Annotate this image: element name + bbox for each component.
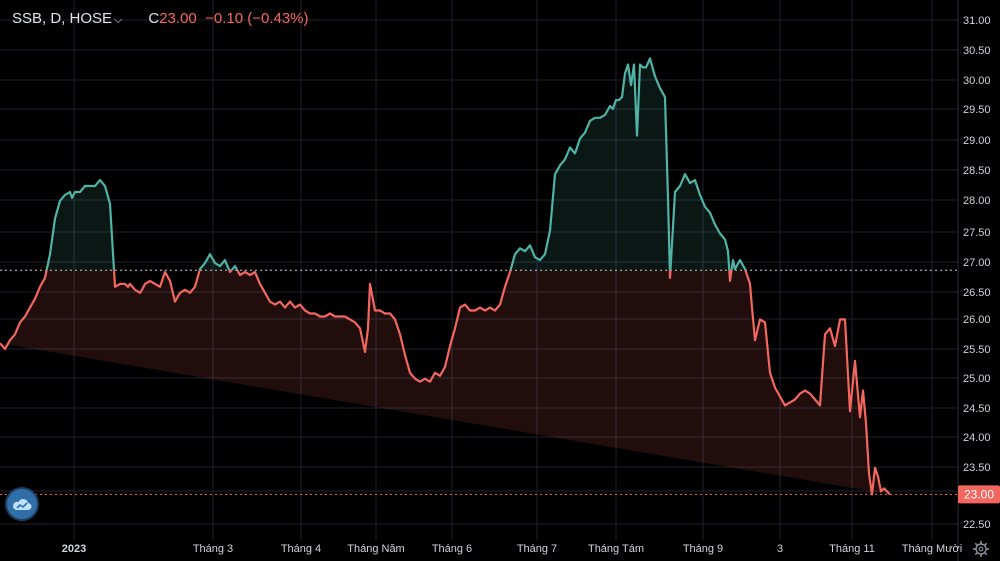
- time-tick-label: Tháng 6: [432, 543, 472, 555]
- close-value: 23.00: [159, 10, 197, 27]
- time-tick-label: Tháng 9: [683, 543, 723, 555]
- tradingview-cloud-icon[interactable]: [7, 489, 37, 519]
- time-axis[interactable]: 2023 Tháng 3 Tháng 4 Tháng Năm Tháng 6 Tháng …: [62, 543, 962, 555]
- price-tick-label: 30.00: [963, 75, 991, 87]
- cloud-icon: [13, 498, 32, 510]
- price-tick-label: 25.00: [963, 373, 991, 385]
- price-tick-label: 22.50: [963, 519, 991, 531]
- time-tick-label: Tháng Năm: [347, 543, 404, 555]
- price-change: −0.10 (−0.43%): [205, 10, 309, 27]
- chart-header: SSB, D, HOSE ⌵ C23.00 −0.10 (−0.43%): [12, 10, 309, 27]
- price-tick-label: 26.00: [963, 314, 991, 326]
- price-tick-label: 28.00: [963, 195, 991, 207]
- price-tick-label: 27.50: [963, 227, 991, 239]
- price-tick-label: 25.50: [963, 344, 991, 356]
- price-tick-label: 31.00: [963, 15, 991, 27]
- price-tick-label: 29.00: [963, 135, 991, 147]
- price-tick-label: 27.00: [963, 257, 991, 269]
- time-tick-label: 3: [777, 543, 783, 555]
- time-tick-label: Tháng 7: [517, 543, 557, 555]
- price-tick-label: 24.00: [963, 432, 991, 444]
- chevron-down-icon[interactable]: ⌵: [114, 14, 122, 26]
- gear-icon[interactable]: [972, 540, 990, 558]
- price-chart[interactable]: 31.00 30.50 30.00 29.50 29.00 28.50 28.00 27.50…: [0, 0, 1000, 561]
- price-tick-label: 30.50: [963, 45, 991, 57]
- time-tick-label: Tháng Mười: [902, 543, 962, 555]
- time-tick-label: Tháng Tám: [588, 543, 644, 555]
- price-tick-label: 29.50: [963, 104, 991, 116]
- last-price-tag-label: 23.00: [964, 487, 994, 501]
- price-axis[interactable]: 31.00 30.50 30.00 29.50 29.00 28.50 28.00 27.50…: [963, 15, 991, 531]
- price-tick-label: 28.50: [963, 165, 991, 177]
- time-tick-label: Tháng 3: [193, 543, 233, 555]
- price-tick-label: 24.50: [963, 403, 991, 415]
- symbol-label[interactable]: SSB, D, HOSE: [12, 10, 112, 27]
- chart-area-fill: [0, 58, 890, 495]
- last-price-tag: 23.00: [958, 485, 1000, 504]
- area-fill-down: [0, 270, 890, 495]
- close-label: C: [148, 10, 160, 27]
- price-tick-label: 23.50: [963, 462, 991, 474]
- time-tick-label: Tháng 11: [829, 543, 875, 555]
- price-tick-label: 26.50: [963, 287, 991, 299]
- time-tick-label: 2023: [62, 543, 86, 555]
- time-tick-label: Tháng 4: [281, 543, 321, 555]
